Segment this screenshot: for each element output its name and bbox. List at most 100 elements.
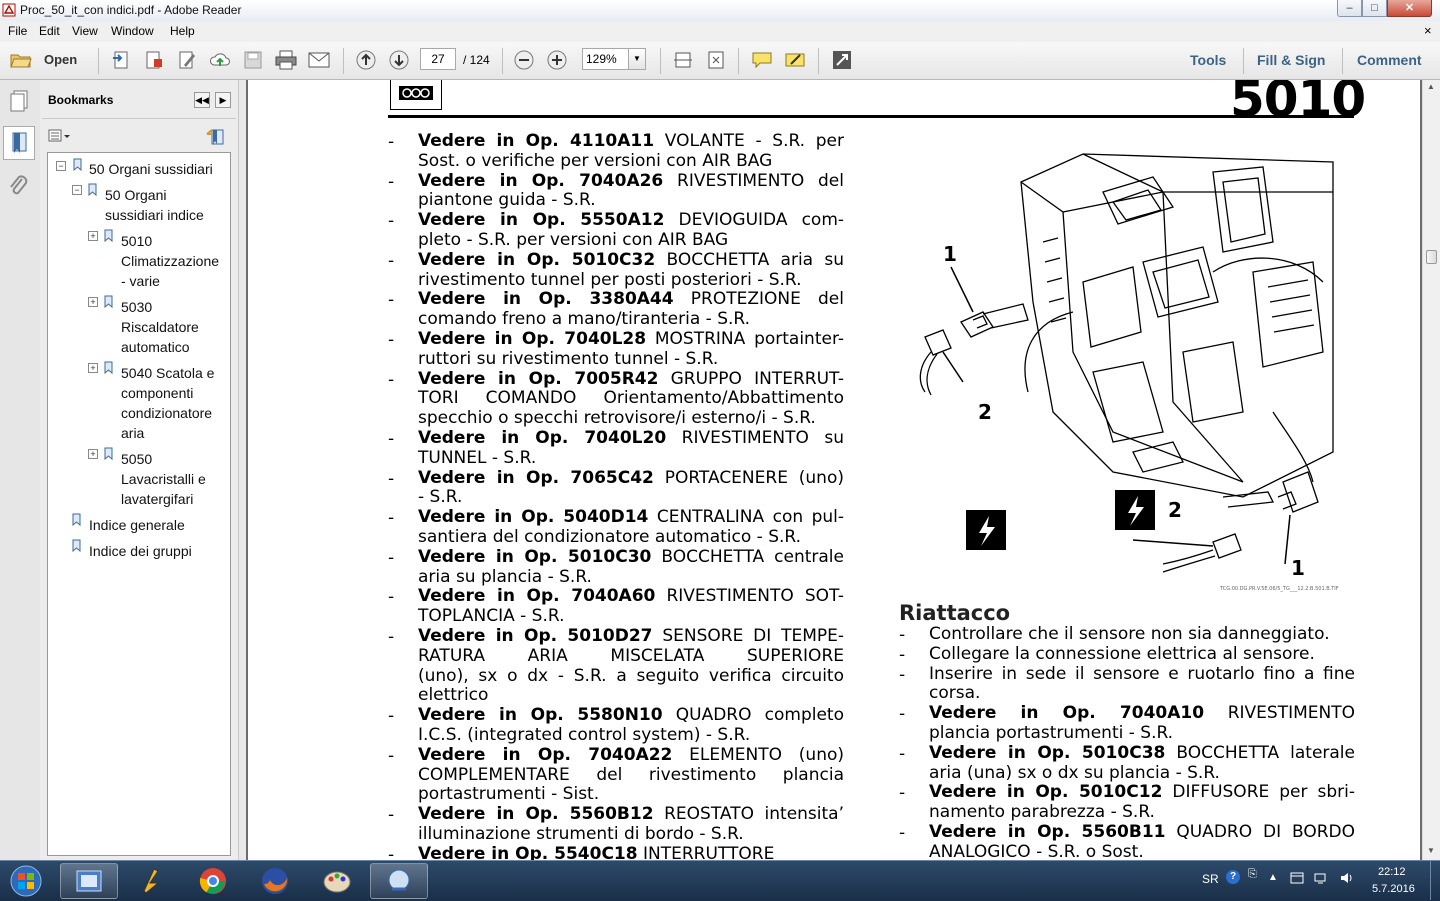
- comment-pane-link[interactable]: Comment: [1357, 52, 1422, 68]
- chevron-down-icon[interactable]: ▼: [628, 48, 646, 70]
- bookmark-item-organi-sussidiari-indice[interactable]: 50 Organi sussidiari indice: [105, 185, 204, 225]
- volume-icon[interactable]: [1340, 872, 1354, 884]
- expand-icon[interactable]: +: [88, 449, 98, 459]
- bookmark-item-5040[interactable]: 5040 Scatola e componenti condizionatore…: [121, 363, 214, 443]
- scroll-thumb[interactable]: [1426, 250, 1437, 264]
- operation-reference[interactable]: Vedere in Op. 5540C18: [418, 844, 638, 860]
- collapse-icon[interactable]: −: [72, 185, 82, 195]
- fit-width-icon[interactable]: [672, 49, 694, 71]
- operation-reference[interactable]: Vedere in Op. 5010D27: [418, 626, 653, 646]
- operation-reference[interactable]: Vedere in Op. 5550A12: [418, 210, 664, 230]
- taskbar-app-chrome[interactable]: [184, 863, 242, 899]
- tray-app-icon[interactable]: ⎘: [1248, 868, 1262, 880]
- sticky-note-icon[interactable]: [751, 49, 773, 71]
- chevron-right-icon[interactable]: ▶: [215, 92, 231, 108]
- bookmark-item-5010[interactable]: 5010 Climatizzazione - varie: [121, 231, 219, 291]
- bookmark-item-5050[interactable]: 5050 Lavacristalli e lavatergifari: [121, 449, 206, 509]
- operation-reference[interactable]: Vedere in Op. 7040A22: [418, 745, 672, 765]
- taskbar-app-winamp[interactable]: [122, 863, 180, 899]
- edit-pdf-icon[interactable]: [176, 49, 198, 71]
- tray-expand-icon[interactable]: ▲: [1268, 872, 1278, 883]
- bookmark-item-50-organi-sussidiari[interactable]: 50 Organi sussidiari: [89, 159, 213, 179]
- taskbar-app-viewer[interactable]: [370, 863, 428, 899]
- fit-page-icon[interactable]: [705, 49, 727, 71]
- expand-icon[interactable]: +: [88, 363, 98, 373]
- previous-page-icon[interactable]: [355, 49, 377, 71]
- operation-reference[interactable]: Vedere in Op. 5010C30: [418, 547, 651, 567]
- operation-reference[interactable]: Vedere in Op. 5010C12: [929, 782, 1162, 803]
- open-folder-icon[interactable]: [10, 49, 32, 71]
- collapse-panel-icon[interactable]: ◀◀: [194, 92, 210, 108]
- scroll-up-arrow-icon[interactable]: ▲: [1427, 82, 1435, 91]
- list-line: Sost. o verifiche per versioni con AIR B…: [418, 151, 844, 172]
- fill-sign-pane-link[interactable]: Fill & Sign: [1257, 52, 1325, 68]
- create-pdf-icon[interactable]: [110, 49, 132, 71]
- bookmark-item-indice-generale[interactable]: Indice generale: [89, 515, 185, 535]
- taskbar-app-firefox[interactable]: [246, 863, 304, 899]
- print-icon[interactable]: [275, 49, 297, 71]
- maximize-button[interactable]: □: [1362, 0, 1387, 17]
- bookmark-options-icon[interactable]: [48, 128, 72, 144]
- page-thumbnails-icon[interactable]: [6, 88, 32, 114]
- new-bookmark-icon[interactable]: [206, 128, 226, 146]
- scroll-down-arrow-icon[interactable]: ▼: [1427, 846, 1435, 855]
- help-icon[interactable]: ?: [1226, 870, 1240, 884]
- bookmark-item-5030[interactable]: 5030 Riscaldatore automatico: [121, 297, 199, 357]
- close-document-button[interactable]: ×: [1424, 23, 1432, 38]
- operation-reference[interactable]: Vedere in Op. 7040L28: [418, 329, 646, 349]
- operation-reference[interactable]: Vedere in Op. 5040D14: [418, 507, 648, 527]
- menu-edit[interactable]: Edit: [39, 24, 60, 38]
- collapse-icon[interactable]: −: [56, 161, 66, 171]
- clock-date[interactable]: 5.7.2016: [1372, 883, 1415, 895]
- operation-reference[interactable]: Vedere in Op. 5010C32: [418, 250, 655, 270]
- operation-reference[interactable]: Vedere in Op. 7040L20: [418, 428, 666, 448]
- highlight-icon[interactable]: [784, 49, 806, 71]
- operation-reference[interactable]: Vedere in Op. 7040A60: [418, 586, 655, 607]
- operation-reference[interactable]: Vedere in Op. 3380A44: [418, 289, 674, 310]
- menu-help[interactable]: Help: [170, 24, 195, 38]
- operation-reference[interactable]: Vedere in Op. 4110A11: [418, 131, 654, 151]
- network-icon[interactable]: [1314, 872, 1328, 884]
- bookmark-item-indice-dei-gruppi[interactable]: Indice dei gruppi: [89, 541, 192, 561]
- cloud-upload-icon[interactable]: [209, 49, 231, 71]
- bookmark-label: automatico: [121, 339, 190, 355]
- start-button[interactable]: [6, 864, 46, 898]
- minimize-button[interactable]: –: [1337, 0, 1362, 17]
- save-icon[interactable]: [242, 49, 264, 71]
- close-window-button[interactable]: ✕: [1387, 0, 1432, 17]
- menu-view[interactable]: View: [72, 24, 98, 38]
- zoom-out-icon[interactable]: [513, 49, 535, 71]
- operation-reference[interactable]: Vedere in Op. 7005R42: [418, 369, 658, 389]
- operation-reference[interactable]: Vedere in Op. 7040A10: [929, 703, 1204, 723]
- operation-reference[interactable]: Vedere in Op. 7065C42: [418, 468, 654, 488]
- zoom-in-icon[interactable]: [546, 49, 568, 71]
- figure-caption: TCG.00.DG.PR.V.5E.06/5_TG___12.2.B.501.B…: [1220, 586, 1339, 592]
- action-center-icon[interactable]: [1290, 872, 1304, 884]
- attachment-icon[interactable]: [7, 174, 31, 200]
- next-page-icon[interactable]: [388, 49, 410, 71]
- vertical-scrollbar[interactable]: ▲ ▼: [1422, 80, 1440, 860]
- toolbar-separator: [502, 48, 503, 74]
- taskbar-app-paint[interactable]: [308, 863, 366, 899]
- show-desktop-button[interactable]: [1430, 861, 1440, 900]
- page-number-input[interactable]: 27: [420, 48, 456, 70]
- full-screen-icon[interactable]: [831, 49, 853, 71]
- operation-reference[interactable]: Vedere in Op. 5560B12: [418, 804, 654, 824]
- operation-reference[interactable]: Vedere in Op. 5580N10: [418, 705, 663, 725]
- taskbar-app-explorer[interactable]: [60, 863, 118, 899]
- keyboard-language[interactable]: SR: [1202, 872, 1219, 886]
- tools-pane-link[interactable]: Tools: [1190, 52, 1226, 68]
- bookmarks-panel-icon[interactable]: [3, 126, 35, 160]
- expand-icon[interactable]: +: [88, 297, 98, 307]
- menu-window[interactable]: Window: [111, 24, 154, 38]
- email-icon[interactable]: [308, 49, 330, 71]
- operation-reference[interactable]: Vedere in Op. 5010C38: [929, 743, 1165, 763]
- operation-reference[interactable]: Vedere in Op. 5560B11: [929, 822, 1165, 842]
- operation-reference[interactable]: Vedere in Op. 7040A26: [418, 171, 663, 191]
- list-line: Vedere in Op. 5550A12 DEVIOGUIDA com-: [418, 210, 844, 231]
- open-button[interactable]: Open: [44, 52, 77, 67]
- clock-time[interactable]: 22:12: [1378, 866, 1406, 878]
- menu-file[interactable]: File: [8, 24, 27, 38]
- expand-icon[interactable]: +: [88, 231, 98, 241]
- export-pdf-icon[interactable]: [143, 49, 165, 71]
